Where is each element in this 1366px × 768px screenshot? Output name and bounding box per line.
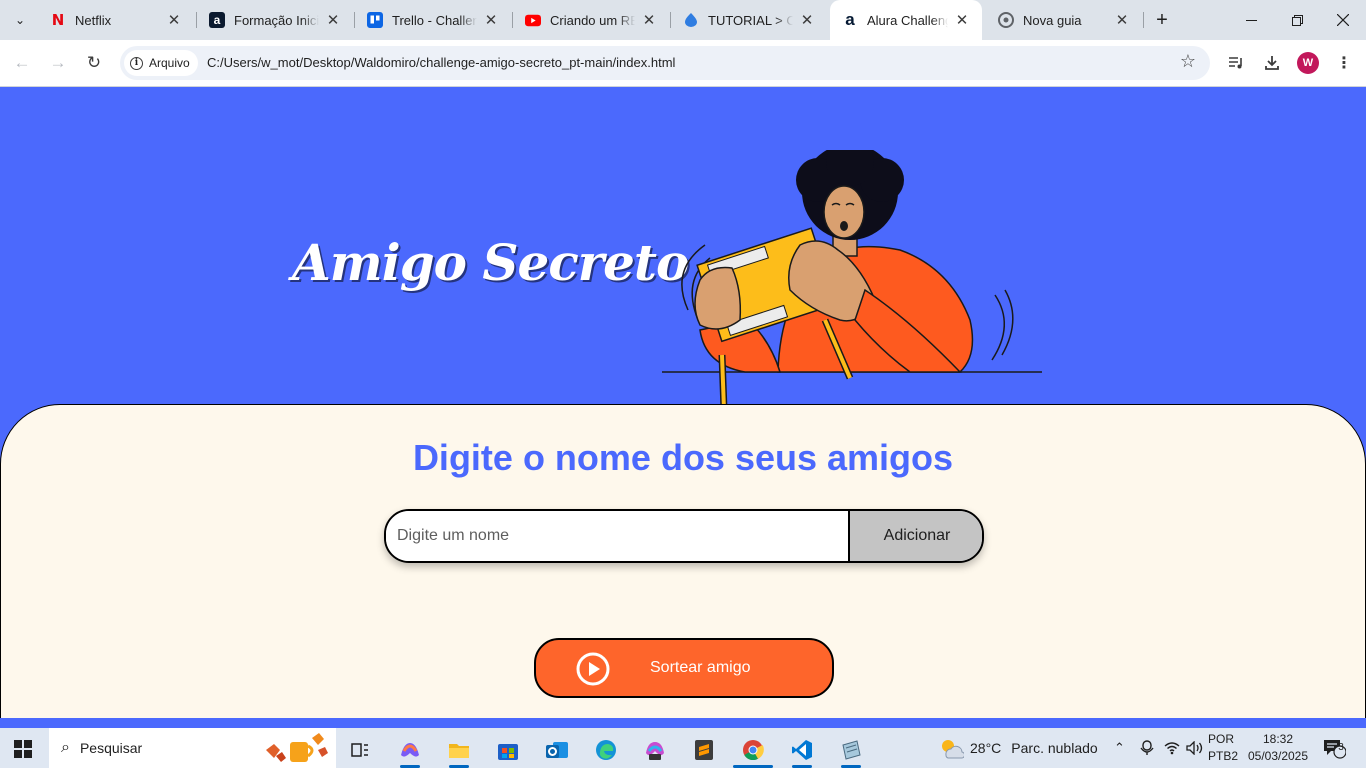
edge-icon[interactable]	[586, 732, 626, 768]
tab-alura-challenge[interactable]: a Alura Challenge ✕	[830, 0, 982, 40]
youtube-icon	[525, 12, 541, 28]
chrome-icon[interactable]	[733, 732, 773, 768]
autumn-cup-decoration-icon	[266, 733, 328, 762]
notification-count: 3	[1338, 742, 1344, 753]
date: 05/03/2025	[1247, 749, 1309, 763]
show-hidden-icons-chevron-icon[interactable]: ⌃	[1114, 728, 1125, 768]
search-icon: ⌕	[61, 739, 70, 756]
tab-search-chevron-icon[interactable]: ⌄	[6, 6, 34, 34]
close-tab-icon[interactable]: ✕	[325, 12, 341, 29]
outlook-icon[interactable]	[537, 732, 577, 768]
language-indicator[interactable]: POR PTB2	[1208, 731, 1238, 765]
bookmark-star-icon[interactable]: ☆	[1180, 51, 1196, 72]
reload-icon[interactable]: ↻	[80, 49, 108, 77]
weather-condition: Parc. nublado	[1011, 740, 1098, 756]
weather-temp: 28°C	[970, 740, 1002, 756]
person-opening-gift-illustration	[662, 150, 1042, 410]
browser-toolbar: ← → ↻ i Arquivo C:/Users/w_mot/Desktop/W…	[0, 40, 1366, 87]
page-content: Amigo Secreto Digite o nome dos seus ami…	[0, 88, 1366, 718]
taskbar-search[interactable]: ⌕ Pesquisar	[49, 728, 336, 768]
security-label: Arquivo	[149, 56, 190, 70]
close-tab-icon[interactable]: ✕	[166, 12, 182, 29]
friend-name-input[interactable]	[386, 511, 848, 561]
download-icon[interactable]	[1258, 49, 1286, 77]
partly-cloudy-icon	[942, 740, 964, 759]
draw-button-label: Sortear amigo	[650, 659, 751, 676]
tab-trello[interactable]: Trello - Challenge ✕	[355, 0, 511, 40]
main-card: Digite o nome dos seus amigos Adicionar …	[0, 404, 1366, 718]
site-info-chip[interactable]: i Arquivo	[124, 50, 198, 76]
trello-icon	[367, 12, 383, 28]
file-explorer-icon[interactable]	[439, 732, 479, 768]
tab-divider	[1143, 12, 1144, 28]
tab-tutorial[interactable]: TUTORIAL > Criando ✕	[671, 0, 827, 40]
vscode-icon[interactable]	[782, 732, 822, 768]
search-placeholder: Pesquisar	[79, 740, 143, 756]
clock[interactable]: 18:32 05/03/2025	[1244, 731, 1312, 765]
browser-tab-strip: ⌄ N Netflix ✕ a Formação Iniciante ✕ Tre…	[0, 0, 1366, 40]
notifications-icon[interactable]: 3	[1322, 728, 1346, 768]
tab-netflix[interactable]: N Netflix ✕	[38, 0, 194, 40]
weather-widget[interactable]: 28°C Parc. nublado	[938, 728, 1098, 768]
close-tab-icon[interactable]: ✕	[483, 12, 499, 29]
forward-arrow-icon[interactable]: →	[44, 49, 72, 77]
close-tab-icon[interactable]: ✕	[641, 12, 657, 29]
play-circle-icon	[576, 652, 610, 686]
close-tab-icon[interactable]: ✕	[954, 12, 970, 29]
microsoft-store-icon[interactable]	[488, 732, 528, 768]
name-input-group: Adicionar	[384, 509, 984, 563]
section-title: Digite o nome dos seus amigos	[412, 437, 954, 478]
sublime-text-icon[interactable]	[684, 732, 724, 768]
task-view-icon[interactable]	[340, 732, 380, 768]
minimize-icon[interactable]	[1228, 0, 1274, 40]
chrome-icon	[998, 12, 1014, 28]
restore-icon[interactable]	[1274, 0, 1320, 40]
m365-icon[interactable]	[635, 732, 675, 768]
draw-friend-button[interactable]: Sortear amigo	[534, 638, 834, 698]
media-control-icon[interactable]	[1222, 49, 1250, 77]
alura-icon: a	[209, 12, 225, 28]
close-tab-icon[interactable]: ✕	[1114, 12, 1130, 29]
network-icon[interactable]	[1164, 728, 1180, 768]
meet-icon[interactable]	[1140, 728, 1154, 768]
back-arrow-icon[interactable]: ←	[8, 49, 36, 77]
new-tab-plus-icon[interactable]: +	[1150, 8, 1174, 32]
url-text[interactable]: C:/Users/w_mot/Desktop/Waldomiro/challen…	[207, 46, 675, 80]
add-button[interactable]: Adicionar	[848, 511, 982, 561]
address-bar[interactable]: i Arquivo C:/Users/w_mot/Desktop/Waldomi…	[120, 46, 1210, 80]
close-tab-icon[interactable]: ✕	[799, 12, 815, 29]
hero-title: Amigo Secreto	[292, 233, 689, 292]
windows-taskbar: ⌕ Pesquisar 28°C Parc. nublado ⌃ POR PTB…	[0, 728, 1366, 768]
netflix-icon: N	[51, 11, 65, 29]
time: 18:32	[1262, 732, 1294, 746]
app-icon[interactable]	[831, 732, 871, 768]
tutorial-icon	[683, 12, 699, 28]
alura-icon: a	[845, 10, 855, 29]
tab-alura-formacao[interactable]: a Formação Iniciante ✕	[197, 0, 353, 40]
tab-youtube[interactable]: Criando um README ✕	[513, 0, 669, 40]
close-window-icon[interactable]	[1320, 0, 1366, 40]
tab-nova-guia[interactable]: Nova guia ✕	[986, 0, 1142, 40]
volume-icon[interactable]	[1186, 728, 1204, 768]
copilot-icon[interactable]	[390, 732, 430, 768]
profile-avatar[interactable]: W	[1297, 52, 1319, 74]
menu-kebab-icon[interactable]: ⋮	[1330, 49, 1358, 77]
windows-start-icon[interactable]	[14, 740, 32, 758]
info-icon: i	[130, 56, 143, 70]
